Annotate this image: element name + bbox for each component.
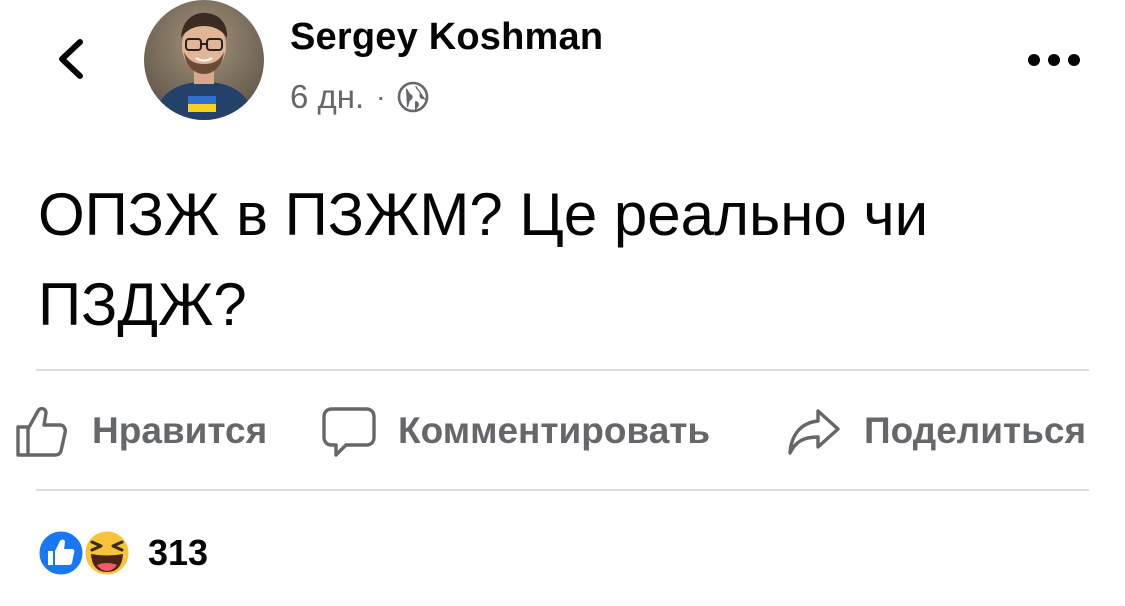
thumbs-up-icon [16,406,67,457]
divider-top [36,369,1089,371]
like-button[interactable]: Нравится [14,398,267,464]
post-meta: 6 дн. · [290,78,430,116]
chevron-left-icon [59,39,83,79]
post-text: ОПЗЖ в ПЗЖМ? Це реально чи ПЗДЖ? [38,181,929,338]
share-label: Поделиться [864,410,1087,451]
globe-icon [397,81,428,113]
divider-bottom [36,489,1089,491]
back-button[interactable] [48,34,98,84]
meta-separator: · [376,81,386,112]
post-time[interactable]: 6 дн. [290,78,364,116]
reaction-count: 313 [148,532,209,573]
author-name[interactable]: Sergey Koshman [290,16,603,59]
more-dots-icon [1028,54,1080,66]
avatar-image [144,0,264,120]
author-avatar[interactable] [144,0,264,120]
comment-button[interactable]: Комментировать [322,398,710,464]
share-button[interactable]: Поделиться [786,398,1086,464]
comment-label: Комментировать [398,410,711,451]
comment-icon [322,407,376,457]
like-reaction-icon [36,528,86,578]
like-label: Нравится [92,410,268,451]
reactions-summary[interactable]: 313 [36,528,208,578]
haha-reaction-icon [82,528,132,578]
share-arrow-icon [788,409,840,455]
post-actions-bar: Нравится Комментировать Поделиться [0,398,1125,464]
reaction-icons [36,528,134,578]
more-options-button[interactable] [1022,42,1086,78]
